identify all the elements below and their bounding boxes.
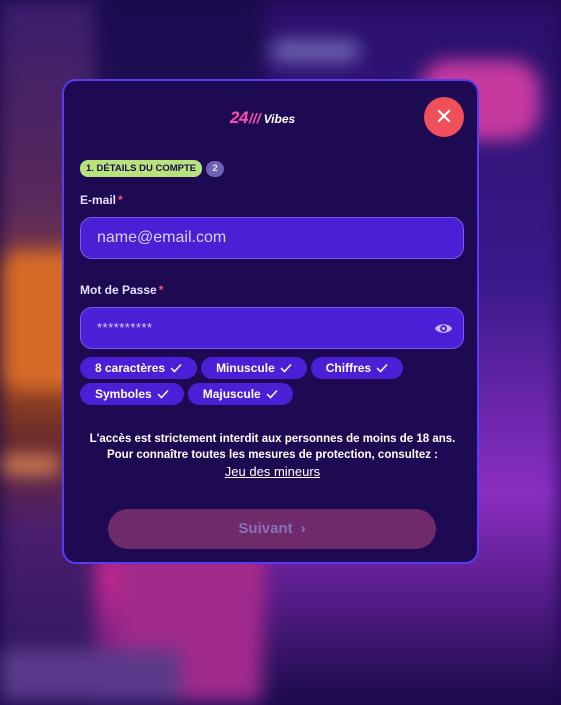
required-mark: *	[118, 193, 123, 207]
check-icon	[266, 389, 278, 399]
requirement-chip: 8 caractères	[80, 357, 198, 379]
logo-word: Vibes	[263, 112, 296, 126]
password-requirements: 8 caractères Minuscule Chiffres Symboles…	[80, 357, 470, 405]
email-label: E-mail *	[80, 193, 123, 207]
required-mark: *	[158, 283, 164, 297]
requirement-chip: Majuscule	[187, 383, 293, 405]
check-icon	[170, 363, 182, 373]
step-current: 1. DÉTAILS DU COMPTE	[80, 160, 203, 177]
logo-slashes: ///	[248, 110, 261, 126]
check-icon	[280, 363, 292, 373]
requirement-chip: Minuscule	[201, 357, 307, 379]
close-icon: ✕	[434, 104, 454, 129]
email-label-text: E-mail	[80, 193, 117, 207]
requirement-label: Symboles	[95, 387, 152, 401]
eye-icon[interactable]	[434, 319, 453, 338]
check-icon	[376, 363, 388, 373]
requirement-chip: Symboles	[80, 383, 184, 405]
step-next: 2	[206, 160, 225, 177]
requirement-label: Majuscule	[202, 387, 261, 401]
legal-line-2: Pour connaître toutes les mesures de pro…	[106, 449, 438, 461]
legal-notice: L'accès est strictement interdit aux per…	[64, 431, 481, 463]
requirement-label: 8 caractères	[95, 361, 166, 375]
email-placeholder: name@email.com	[97, 229, 227, 246]
requirement-chip: Chiffres	[310, 357, 404, 379]
legal-link-row: Jeu des mineurs	[64, 464, 481, 479]
legal-line-1: L'accès est strictement interdit aux per…	[89, 433, 456, 445]
requirement-label: Chiffres	[325, 361, 372, 375]
brand-logo: 24 /// Vibes	[230, 108, 295, 128]
password-value: **********	[97, 320, 153, 335]
next-button[interactable]: Suivant ›	[108, 509, 436, 549]
password-label: Mot de Passe *	[80, 283, 163, 297]
chevron-right-icon: ›	[300, 520, 306, 537]
minors-link[interactable]: Jeu des mineurs	[225, 464, 320, 479]
requirement-label: Minuscule	[216, 361, 275, 375]
email-field[interactable]: name@email.com	[80, 217, 464, 259]
next-button-label: Suivant	[238, 520, 293, 537]
step-indicator: 1. DÉTAILS DU COMPTE 2	[80, 160, 225, 177]
password-field[interactable]: **********	[80, 307, 464, 349]
signup-modal: 24 /// Vibes ✕ 1. DÉTAILS DU COMPTE 2 E-…	[62, 79, 479, 564]
logo-number: 24	[230, 108, 248, 127]
check-icon	[157, 389, 169, 399]
password-label-text: Mot de Passe	[80, 283, 157, 297]
close-button[interactable]: ✕	[424, 97, 464, 137]
